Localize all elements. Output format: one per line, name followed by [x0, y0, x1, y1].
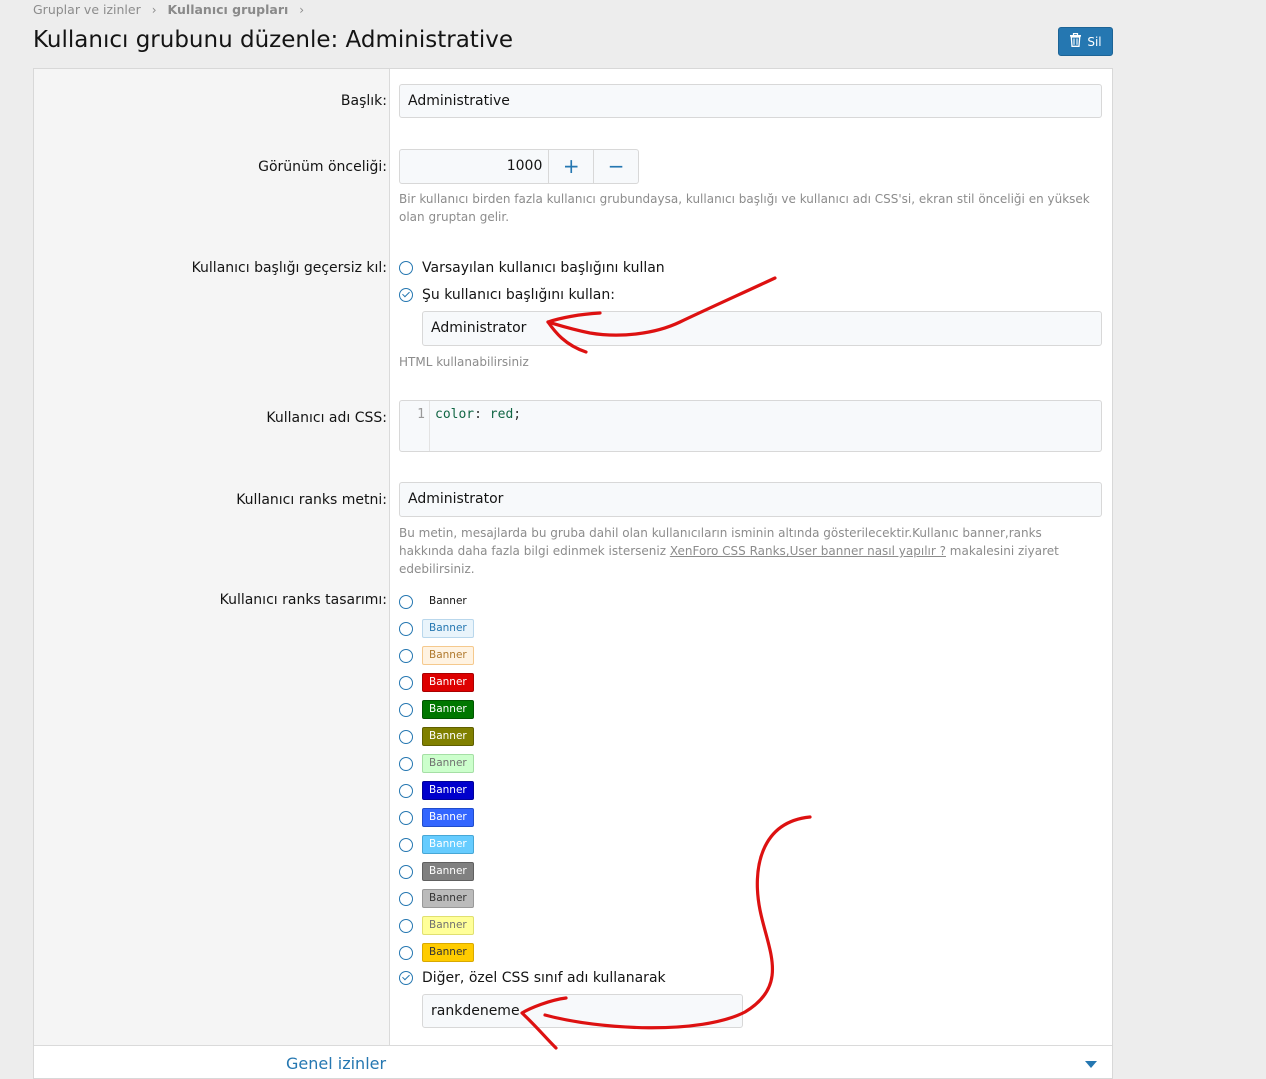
- banner-preview: Banner: [422, 646, 474, 665]
- radio-banner-option[interactable]: Banner: [399, 781, 474, 800]
- radio-banner-option[interactable]: Banner: [399, 673, 474, 692]
- chevron-right-icon: ›: [151, 2, 157, 17]
- radio-button[interactable]: [399, 891, 413, 906]
- radio-custom-title-label: Şu kullanıcı başlığını kullan:: [422, 287, 615, 303]
- delete-button[interactable]: Sil: [1058, 27, 1113, 56]
- rank-text-hint: Bu metin, mesajlarda bu gruba dahil olan…: [399, 524, 1099, 578]
- radio-other-css-class-label: Diğer, özel CSS sınıf adı kullanarak: [422, 970, 666, 986]
- title-input[interactable]: Administrative: [399, 84, 1102, 118]
- display-priority-input[interactable]: 1000: [400, 150, 550, 183]
- delete-button-label: Sil: [1087, 34, 1102, 49]
- label-column: [34, 69, 390, 1045]
- banner-preview: Banner: [422, 808, 474, 827]
- radio-button[interactable]: [399, 837, 413, 852]
- radio-button[interactable]: [399, 648, 413, 663]
- rank-text-input[interactable]: Administrator: [399, 482, 1102, 517]
- radio-button[interactable]: [399, 261, 413, 275]
- radio-banner-option[interactable]: Banner: [399, 835, 474, 854]
- banner-preview: Banner: [422, 943, 474, 962]
- general-permissions-section[interactable]: Genel izinler: [34, 1045, 1112, 1078]
- code-semicolon: ;: [513, 407, 522, 422]
- edit-form-panel: Başlık: Administrative Görünüm önceliği:…: [33, 68, 1113, 1079]
- html-allowed-hint: HTML kullanabilirsiniz: [399, 355, 529, 369]
- decrement-button[interactable]: −: [593, 150, 638, 183]
- trash-icon: [1069, 32, 1082, 50]
- code-line[interactable]: color: red;: [435, 401, 521, 429]
- radio-button[interactable]: [399, 594, 413, 609]
- custom-title-input[interactable]: Administrator: [422, 311, 1102, 346]
- radio-button[interactable]: [399, 756, 413, 771]
- breadcrumb-link-groups[interactable]: Gruplar ve izinler: [33, 2, 141, 17]
- radio-banner-option[interactable]: Banner: [399, 862, 474, 881]
- code-value: red: [489, 407, 514, 422]
- line-number: 1: [400, 401, 430, 451]
- banner-preview: Banner: [422, 916, 474, 935]
- display-priority-label: Görünüm önceliği:: [258, 159, 387, 175]
- radio-button-checked[interactable]: [399, 288, 413, 302]
- breadcrumb: Gruplar ve izinler › Kullanıcı grupları …: [33, 2, 315, 17]
- banner-preview: Banner: [422, 889, 474, 908]
- chevron-down-icon[interactable]: [1085, 1061, 1097, 1068]
- radio-banner-option[interactable]: Banner: [399, 889, 474, 908]
- radio-button-checked[interactable]: [399, 971, 413, 985]
- radio-button[interactable]: [399, 675, 413, 690]
- radio-banner-option[interactable]: Banner: [399, 943, 474, 962]
- radio-banner-option[interactable]: Banner: [399, 808, 474, 827]
- radio-default-title[interactable]: Varsayılan kullanıcı başlığını kullan: [399, 260, 665, 276]
- code-colon: :: [474, 407, 482, 422]
- rank-text-label: Kullanıcı ranks metni:: [236, 492, 387, 508]
- banner-preview: Banner: [422, 862, 474, 881]
- ranks-article-link[interactable]: XenForo CSS Ranks,User banner nasıl yapı…: [670, 544, 946, 558]
- css-class-input[interactable]: rankdeneme: [422, 994, 743, 1028]
- display-priority-stepper: 1000 + −: [399, 149, 639, 184]
- banner-preview: Banner: [422, 835, 474, 854]
- radio-button[interactable]: [399, 702, 413, 717]
- radio-other-css-class[interactable]: Diğer, özel CSS sınıf adı kullanarak: [399, 970, 666, 986]
- radio-banner-option[interactable]: Banner: [399, 592, 474, 611]
- radio-default-title-label: Varsayılan kullanıcı başlığını kullan: [422, 260, 665, 276]
- username-css-label: Kullanıcı adı CSS:: [266, 410, 387, 426]
- radio-button[interactable]: [399, 864, 413, 879]
- general-permissions-title: Genel izinler: [286, 1054, 387, 1073]
- radio-button[interactable]: [399, 810, 413, 825]
- radio-banner-option[interactable]: Banner: [399, 619, 474, 638]
- rank-style-label: Kullanıcı ranks tasarımı:: [219, 592, 387, 608]
- banner-preview: Banner: [422, 781, 474, 800]
- radio-button[interactable]: [399, 945, 413, 960]
- radio-button[interactable]: [399, 729, 413, 744]
- radio-button[interactable]: [399, 918, 413, 933]
- banner-preview: Banner: [422, 727, 474, 746]
- radio-button[interactable]: [399, 783, 413, 798]
- banner-preview: Banner: [422, 592, 474, 611]
- title-label: Başlık:: [340, 93, 387, 109]
- banner-preview: Banner: [422, 673, 474, 692]
- increment-button[interactable]: +: [549, 150, 593, 183]
- radio-banner-option[interactable]: Banner: [399, 727, 474, 746]
- radio-banner-option[interactable]: Banner: [399, 754, 474, 773]
- banner-preview: Banner: [422, 700, 474, 719]
- radio-banner-option[interactable]: Banner: [399, 700, 474, 719]
- banner-preview: Banner: [422, 619, 474, 638]
- breadcrumb-link-user-groups[interactable]: Kullanıcı grupları: [168, 2, 289, 17]
- radio-button[interactable]: [399, 621, 413, 636]
- radio-banner-option[interactable]: Banner: [399, 916, 474, 935]
- chevron-right-icon: ›: [299, 2, 305, 17]
- page-title: Kullanıcı grubunu düzenle: Administrativ…: [33, 27, 513, 53]
- code-property: color: [435, 407, 475, 422]
- banner-preview: Banner: [422, 754, 474, 773]
- radio-banner-option[interactable]: Banner: [399, 646, 474, 665]
- display-priority-hint: Bir kullanıcı birden fazla kullanıcı gru…: [399, 192, 1090, 224]
- radio-custom-title[interactable]: Şu kullanıcı başlığını kullan:: [399, 287, 615, 303]
- user-title-override-label: Kullanıcı başlığı geçersiz kıl:: [191, 260, 387, 276]
- username-css-editor[interactable]: 1 color: red;: [399, 400, 1102, 452]
